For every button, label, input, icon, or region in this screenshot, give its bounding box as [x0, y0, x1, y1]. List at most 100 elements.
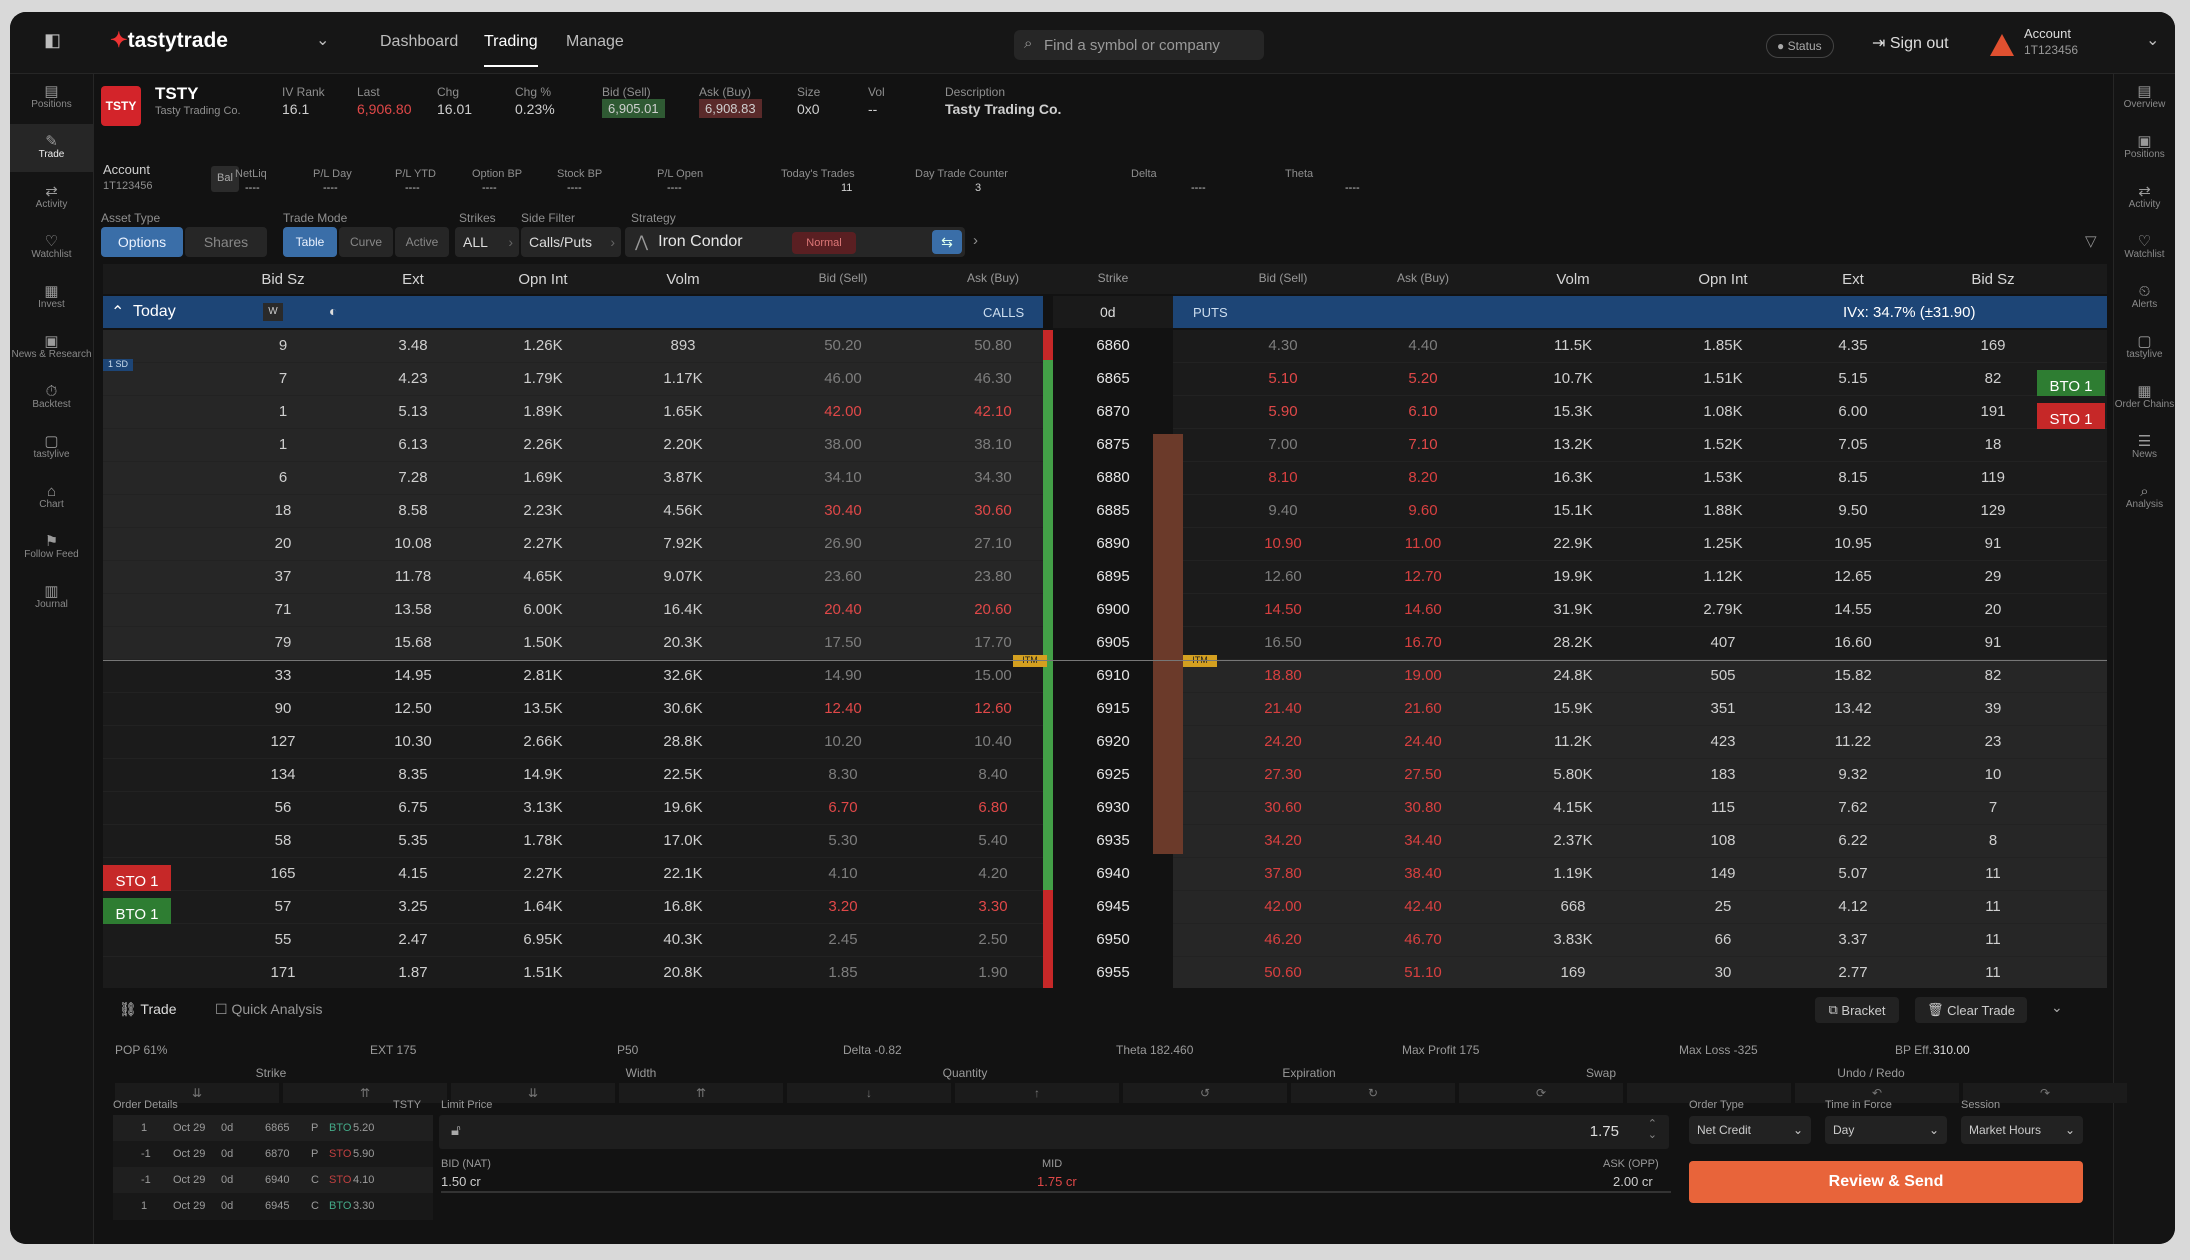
cell-bid-sell[interactable]: 2.45: [793, 931, 893, 948]
sidebar-item-journal[interactable]: ▥ Journal: [10, 574, 93, 622]
tab-dashboard[interactable]: Dashboard: [380, 33, 458, 51]
sign-out-button[interactable]: ⇥ Sign out: [1872, 33, 1949, 53]
settings-toggle-icon[interactable]: ◐: [329, 303, 337, 319]
cell-ask-buy[interactable]: 15.00: [943, 667, 1043, 684]
table-row[interactable]: 134 8.35 14.9K 22.5K 8.30 8.40 6925 27.30 27.50 5…: [103, 759, 2107, 792]
tif-select[interactable]: Day ⌄: [1825, 1116, 1947, 1144]
cell-bid-sell[interactable]: 3.20: [793, 898, 893, 915]
cell-bid-sell[interactable]: 46.00: [793, 370, 893, 387]
tab-trade[interactable]: ⛓ Trade: [119, 1001, 176, 1018]
cell-bid-sell[interactable]: 5.30: [793, 832, 893, 849]
cell-bid-sell[interactable]: 23.60: [793, 568, 893, 585]
column-header-bid-size[interactable]: Bid Sz: [243, 271, 323, 288]
clear-trade-button[interactable]: 🗑 Clear Trade: [1915, 997, 2027, 1023]
cell-ask-buy[interactable]: 42.10: [943, 403, 1043, 420]
table-row[interactable]: 33 14.95 2.81K 32.6K 14.90 15.00 6910 18.80 19.0…: [103, 660, 2107, 693]
review-send-button[interactable]: Review & Send: [1689, 1161, 2083, 1203]
cell-ask-buy[interactable]: 34.30: [943, 469, 1043, 486]
column-header-ask-buy[interactable]: Ask (Buy): [1373, 271, 1473, 285]
cell-bid-sell[interactable]: 30.60: [1233, 799, 1333, 816]
cell-bid-sell[interactable]: 4.30: [1233, 337, 1333, 354]
adjust-button-4[interactable]: ↓: [787, 1083, 951, 1103]
cell-ask-buy[interactable]: 42.40: [1373, 898, 1473, 915]
cell-ask-buy[interactable]: 50.80: [943, 337, 1043, 354]
cell-ask-buy[interactable]: 17.70: [943, 634, 1043, 651]
strategy-next-icon[interactable]: ›: [973, 232, 978, 249]
cell-ask-buy[interactable]: 46.30: [943, 370, 1043, 387]
cell-bid-sell[interactable]: 12.40: [793, 700, 893, 717]
order-leg-row[interactable]: 1 Oct 29 0d 6865 P BTO 5.20: [113, 1115, 433, 1142]
cell-ask-buy[interactable]: 10.40: [943, 733, 1043, 750]
filter-icon[interactable]: ▽: [2085, 232, 2097, 250]
cell-ask-buy[interactable]: 34.40: [1373, 832, 1473, 849]
adjust-button-5[interactable]: ↑: [955, 1083, 1119, 1103]
cell-ask-buy[interactable]: 5.40: [943, 832, 1043, 849]
cell-bid-sell[interactable]: 27.30: [1233, 766, 1333, 783]
limit-price-input[interactable]: 🔓︎ 1.75 ⌃ ⌄: [439, 1115, 1669, 1149]
asset-shares-button[interactable]: Shares: [185, 227, 267, 257]
cell-ask-buy[interactable]: 3.30: [943, 898, 1043, 915]
cell-bid-sell[interactable]: 16.50: [1233, 634, 1333, 651]
account-avatar-icon[interactable]: [1990, 34, 2014, 56]
column-header-volume[interactable]: Volm: [623, 271, 743, 288]
status-button[interactable]: ● Status: [1766, 34, 1834, 58]
table-row[interactable]: 57 3.25 1.64K 16.8K 3.20 3.30 6945 42.00 42.40 66…: [103, 891, 2107, 931]
sidebar-item-backtest[interactable]: ⏱ Backtest: [10, 374, 93, 422]
cell-bid-sell[interactable]: 14.50: [1233, 601, 1333, 618]
cell-bid-sell[interactable]: 4.10: [793, 865, 893, 882]
cell-bid-sell[interactable]: 46.20: [1233, 931, 1333, 948]
right-sidebar-item-positions[interactable]: ▣ Positions: [2114, 124, 2175, 172]
sidebar-item-activity[interactable]: ⇄ Activity: [10, 174, 93, 222]
column-header-bid-sell[interactable]: Bid (Sell): [793, 271, 893, 285]
account-chevron-icon[interactable]: ⌄: [2146, 30, 2159, 50]
account-label[interactable]: Account: [2024, 26, 2071, 41]
cell-bid-sell[interactable]: 34.10: [793, 469, 893, 486]
right-sidebar-item-order-chains[interactable]: ▦ Order Chains: [2114, 374, 2175, 422]
column-header-strike[interactable]: Strike: [1053, 271, 1173, 285]
cell-bid-sell[interactable]: 50.60: [1233, 964, 1333, 981]
ask-value[interactable]: 6,908.83: [699, 99, 762, 118]
bid-nat-value[interactable]: 1.50 cr: [441, 1174, 481, 1189]
cell-bid-sell[interactable]: 37.80: [1233, 865, 1333, 882]
cell-bid-sell[interactable]: 8.10: [1233, 469, 1333, 486]
collapse-chevron-icon[interactable]: ⌃: [111, 302, 124, 322]
cell-bid-sell[interactable]: 1.85: [793, 964, 893, 981]
cell-bid-sell[interactable]: 10.90: [1233, 535, 1333, 552]
cell-ask-buy[interactable]: 21.60: [1373, 700, 1473, 717]
sidebar-item-tastylive[interactable]: ▢ tastylive: [10, 424, 93, 472]
column-header-ext[interactable]: Ext: [363, 271, 463, 288]
session-select[interactable]: Market Hours ⌄: [1961, 1116, 2083, 1144]
table-row[interactable]: 1 6.13 2.26K 2.20K 38.00 38.10 6875 7.00 7.10 13.…: [103, 429, 2107, 462]
cell-ask-buy[interactable]: 4.20: [943, 865, 1043, 882]
mid-value[interactable]: 1.75 cr: [1037, 1174, 1077, 1189]
bid-value[interactable]: 6,905.01: [602, 99, 665, 118]
price-stepper-icon[interactable]: ⌃ ⌄: [1648, 1119, 1657, 1141]
tab-trading[interactable]: Trading: [484, 33, 538, 67]
asset-options-button[interactable]: Options: [101, 227, 183, 257]
cell-bid-sell[interactable]: 30.40: [793, 502, 893, 519]
cell-ask-buy[interactable]: 1.90: [943, 964, 1043, 981]
column-header-open-interest[interactable]: Opn Int: [1663, 271, 1783, 288]
cell-bid-sell[interactable]: 42.00: [793, 403, 893, 420]
cell-ask-buy[interactable]: 51.10: [1373, 964, 1473, 981]
cell-bid-sell[interactable]: 5.10: [1233, 370, 1333, 387]
cell-bid-sell[interactable]: 5.90: [1233, 403, 1333, 420]
lock-icon[interactable]: 🔓︎: [451, 1122, 461, 1139]
cell-bid-sell[interactable]: 14.90: [793, 667, 893, 684]
column-header-open-interest[interactable]: Opn Int: [483, 271, 603, 288]
right-sidebar-item-analysis[interactable]: ⌕ Analysis: [2114, 474, 2175, 522]
column-header-ask-buy[interactable]: Ask (Buy): [943, 271, 1043, 285]
cell-bid-sell[interactable]: 17.50: [793, 634, 893, 651]
sidebar-item-trade[interactable]: ✎ Trade: [10, 124, 93, 172]
adjust-button-8[interactable]: ⟳: [1459, 1083, 1623, 1103]
collapse-panel-chevron-icon[interactable]: ⌄: [2051, 999, 2063, 1016]
cell-ask-buy[interactable]: 8.40: [943, 766, 1043, 783]
expiration-row-today[interactable]: ⌃ Today W ◐ CALLS 0d PUTS IVx: 34.7% (±3…: [103, 296, 2107, 328]
table-row[interactable]: 71 13.58 6.00K 16.4K 20.40 20.60 6900 14.50 14.6…: [103, 594, 2107, 627]
column-header-volume[interactable]: Volm: [1513, 271, 1633, 288]
sidebar-item-positions[interactable]: ▤ Positions: [10, 74, 93, 122]
table-row[interactable]: 58 5.35 1.78K 17.0K 5.30 5.40 6935 34.20 34.40 2.…: [103, 825, 2107, 858]
cell-ask-buy[interactable]: 12.70: [1373, 568, 1473, 585]
cell-ask-buy[interactable]: 8.20: [1373, 469, 1473, 486]
cell-ask-buy[interactable]: 12.60: [943, 700, 1043, 717]
